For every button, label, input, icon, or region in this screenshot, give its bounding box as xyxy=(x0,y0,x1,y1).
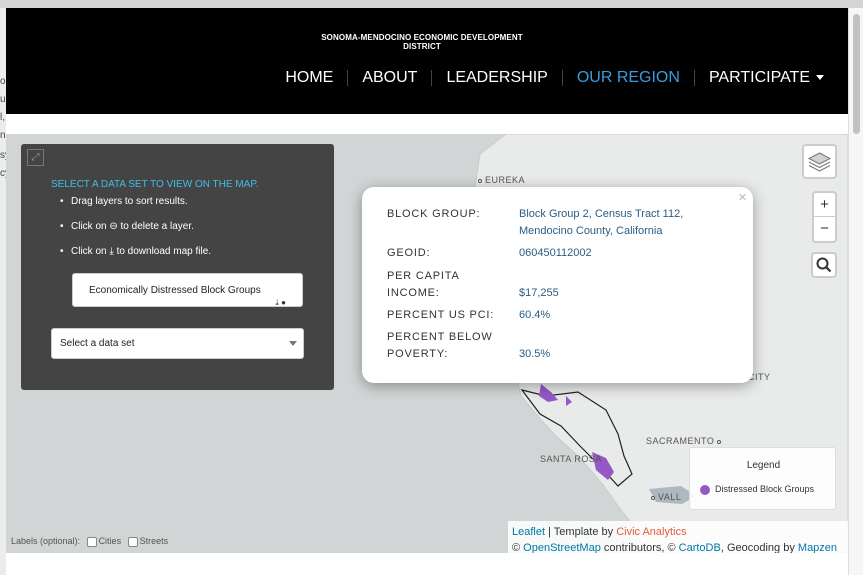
popup-value-percent-pci: 60.4% xyxy=(519,309,551,321)
streets-label: Streets xyxy=(139,536,169,546)
edge-text: u xyxy=(0,94,6,105)
cities-label: Cities xyxy=(98,536,122,546)
instruction-item: Click on ⤓ to download map file. xyxy=(60,246,212,271)
labels-toggle-label: Labels (optional): xyxy=(11,536,81,546)
nav-about[interactable]: ABOUT xyxy=(348,69,431,87)
layer-controls-icon[interactable]: ⤓ ● xyxy=(275,298,286,308)
nav-our-region[interactable]: OUR REGION xyxy=(563,69,694,87)
download-icon: ⤓ xyxy=(109,246,114,257)
nav-leadership[interactable]: LEADERSHIP xyxy=(432,69,561,87)
popup-label-poverty-line1: PERCENT BELOW xyxy=(387,331,493,343)
legend-entry: Distressed Block Groups xyxy=(700,484,814,495)
place-eureka-label: EUREKA xyxy=(485,175,526,185)
close-icon[interactable]: × xyxy=(738,189,747,206)
chevron-down-icon xyxy=(289,341,297,346)
site-header: SONOMA-MENDOCINO ECONOMIC DEVELOPMENT DI… xyxy=(6,8,848,114)
nav-home[interactable]: HOME xyxy=(271,69,347,87)
instruction-text: to delete a layer. xyxy=(120,221,194,232)
scrollbar-thumb[interactable] xyxy=(853,14,860,134)
legend-swatch xyxy=(700,484,710,495)
place-sacramento-label: SACRAMENTO xyxy=(646,436,715,446)
map-attribution: Leaflet | Template by Civic Analytics © … xyxy=(508,521,848,553)
leaflet-link[interactable]: Leaflet xyxy=(512,526,545,538)
instruction-item: Click on ⊖ to delete a layer. xyxy=(60,221,211,246)
browser-top-strip xyxy=(0,0,863,8)
data-set-panel: ⤢ SELECT A DATA SET TO VIEW ON THE MAP. … xyxy=(21,144,334,390)
map-legend: Legend Distressed Block Groups xyxy=(689,447,836,510)
attribution-copyright: © xyxy=(512,542,521,553)
zoom-control: + − xyxy=(812,191,837,243)
place-eureka: EUREKA xyxy=(478,175,525,185)
edge-text: l, xyxy=(0,112,5,123)
place-vallejo-label: VALL xyxy=(658,492,682,502)
place-sacramento: SACRAMENTO xyxy=(646,436,724,446)
map-search-button[interactable] xyxy=(811,252,837,278)
layer-item-label: Economically Distressed Block Groups xyxy=(89,285,261,296)
place-marker-icon xyxy=(651,495,655,500)
popup-value-per-capita: $17,255 xyxy=(519,287,559,299)
attribution-text: contributors, © xyxy=(603,542,676,553)
instruction-text: Click on xyxy=(71,221,107,232)
legend-title: Legend xyxy=(746,460,781,471)
instruction-text: Click on xyxy=(71,246,107,257)
layers-icon xyxy=(807,152,832,172)
popup-value-poverty: 30.5% xyxy=(519,348,551,360)
place-marker-icon xyxy=(478,178,482,183)
legend-entry-label: Distressed Block Groups xyxy=(715,484,815,494)
zoom-out-button[interactable]: − xyxy=(814,217,835,241)
zoom-in-button[interactable]: + xyxy=(814,193,835,217)
popup-label-poverty-line2: POVERTY: xyxy=(387,348,449,360)
instruction-text: Drag layers to sort results. xyxy=(71,196,188,207)
labels-toggle: Labels (optional): Cities Streets xyxy=(11,536,168,547)
cities-checkbox[interactable] xyxy=(86,536,97,547)
popup-value-block-group-line1: Block Group 2, Census Tract 112, xyxy=(519,208,684,220)
caret-down-icon xyxy=(816,75,824,81)
edge-text: n xyxy=(0,130,6,141)
instruction-item: Drag layers to sort results. xyxy=(60,196,211,221)
feature-popup: × BLOCK GROUP: Block Group 2, Census Tra… xyxy=(362,187,753,383)
main-nav: HOME ABOUT LEADERSHIP OUR REGION PARTICI… xyxy=(271,69,838,87)
instruction-text: to download map file. xyxy=(116,246,212,257)
popup-label-geoid: GEOID: xyxy=(387,247,431,259)
panel-heading: SELECT A DATA SET TO VIEW ON THE MAP. xyxy=(51,179,259,190)
layers-control[interactable] xyxy=(802,144,837,179)
panel-instructions: Drag layers to sort results. Click on ⊖ … xyxy=(60,196,212,271)
popup-label-per-capita-line1: PER CAPITA xyxy=(387,270,460,282)
popup-label-block-group: BLOCK GROUP: xyxy=(387,208,481,220)
place-santa-rosa: SANTA ROSA xyxy=(540,454,602,464)
attribution-text: , Geocoding by xyxy=(720,542,795,553)
search-icon xyxy=(816,257,832,273)
attribution-text: | Template by xyxy=(548,526,614,538)
nav-participate-label: PARTICIPATE xyxy=(708,69,810,86)
popup-value-block-group-line2: Mendocino County, California xyxy=(519,225,663,237)
minus-circle-icon: ⊖ xyxy=(109,221,118,232)
nav-participate[interactable]: PARTICIPATE xyxy=(695,69,838,87)
streets-checkbox[interactable] xyxy=(127,536,138,547)
site-brand[interactable]: SONOMA-MENDOCINO ECONOMIC DEVELOPMENT DI… xyxy=(306,33,538,51)
civic-analytics-link[interactable]: Civic Analytics xyxy=(616,526,686,538)
cartodb-link[interactable]: CartoDB xyxy=(679,542,721,553)
popup-value-geoid: 060450112002 xyxy=(519,247,592,259)
page-scrollbar[interactable] xyxy=(848,8,863,575)
place-vallejo: VALL xyxy=(651,492,681,502)
layer-item[interactable]: Economically Distressed Block Groups ⤓ ● xyxy=(72,273,303,307)
data-set-select[interactable]: Select a data set xyxy=(51,328,304,359)
popup-label-percent-pci: PERCENT US PCI: xyxy=(387,309,495,321)
data-set-select-label: Select a data set xyxy=(60,338,135,349)
popup-label-per-capita-line2: INCOME: xyxy=(387,287,440,299)
osm-link[interactable]: OpenStreetMap xyxy=(523,542,601,553)
place-marker-icon xyxy=(717,439,722,444)
map-area[interactable]: EUREKA CITY SACRAMENTO SANTA ROSA VALL ⤢… xyxy=(6,134,848,553)
pin-icon[interactable]: ⤢ xyxy=(27,149,44,166)
mapzen-link[interactable]: Mapzen xyxy=(798,542,837,553)
